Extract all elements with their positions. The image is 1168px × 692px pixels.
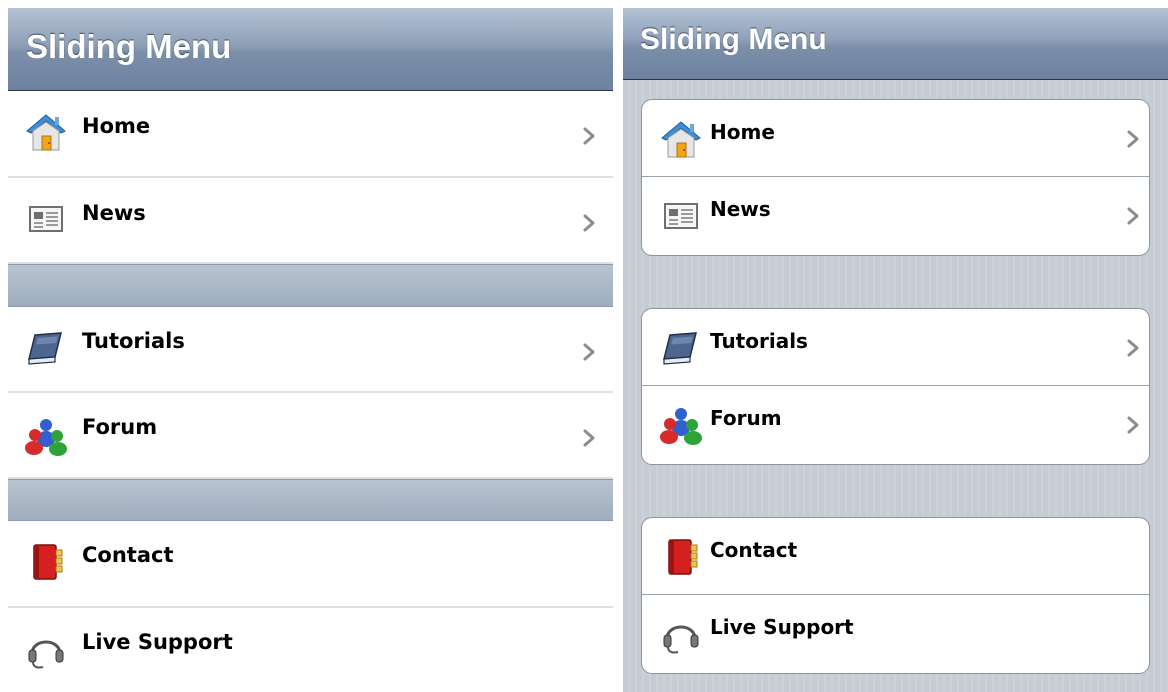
section-divider bbox=[8, 264, 613, 307]
menu-item-forum[interactable]: Forum bbox=[8, 393, 613, 479]
menu-item-live-support[interactable]: Live Support bbox=[642, 595, 1149, 672]
page-title: Sliding Menu bbox=[26, 28, 232, 65]
home-icon bbox=[660, 118, 702, 160]
home-icon bbox=[25, 111, 67, 153]
contact-book-icon bbox=[25, 541, 67, 583]
menu-group: Home News bbox=[641, 99, 1150, 256]
menu-item-home[interactable]: Home bbox=[8, 91, 613, 178]
chevron-right-icon bbox=[1126, 207, 1140, 225]
news-icon bbox=[660, 195, 702, 237]
menu-item-label: Tutorials bbox=[710, 329, 808, 353]
menu-item-news[interactable]: News bbox=[642, 177, 1149, 254]
menu-item-label: News bbox=[710, 197, 771, 221]
grouped-list-screen: Sliding Menu Home News Tutorials Forum C… bbox=[623, 8, 1168, 692]
plain-list-screen: Sliding Menu Home News Tutorials Forum C… bbox=[8, 8, 613, 692]
menu-item-contact[interactable]: Contact bbox=[642, 518, 1149, 595]
menu-item-label: Forum bbox=[82, 415, 158, 439]
menu-item-label: Live Support bbox=[82, 630, 233, 654]
chevron-right-icon bbox=[582, 429, 596, 447]
section-divider bbox=[8, 479, 613, 521]
menu-item-home[interactable]: Home bbox=[642, 100, 1149, 177]
menu-group: Contact Live Support bbox=[641, 517, 1150, 674]
chevron-right-icon bbox=[582, 343, 596, 361]
headset-icon bbox=[660, 613, 702, 655]
menu-item-label: Live Support bbox=[710, 615, 854, 639]
menu-item-label: Forum bbox=[710, 406, 782, 430]
menu-group: Tutorials Forum bbox=[641, 308, 1150, 465]
headset-icon bbox=[25, 628, 67, 670]
menu-item-tutorials[interactable]: Tutorials bbox=[8, 307, 613, 393]
contact-book-icon bbox=[660, 536, 702, 578]
chevron-right-icon bbox=[1126, 416, 1140, 434]
menu-item-label: Tutorials bbox=[82, 329, 185, 353]
menu-item-forum[interactable]: Forum bbox=[642, 386, 1149, 463]
menu-item-label: Contact bbox=[82, 543, 174, 567]
page-title: Sliding Menu bbox=[640, 23, 827, 56]
chevron-right-icon bbox=[582, 214, 596, 232]
menu-item-label: News bbox=[82, 201, 146, 225]
menu-item-label: Home bbox=[82, 114, 151, 138]
chevron-right-icon bbox=[1126, 339, 1140, 357]
forum-icon bbox=[660, 404, 702, 446]
title-bar: Sliding Menu bbox=[8, 8, 613, 91]
book-icon bbox=[25, 327, 67, 369]
menu-item-news[interactable]: News bbox=[8, 178, 613, 264]
chevron-right-icon bbox=[582, 127, 596, 145]
news-icon bbox=[25, 198, 67, 240]
menu-item-live-support[interactable]: Live Support bbox=[8, 608, 613, 692]
menu-item-label: Contact bbox=[710, 538, 798, 562]
chevron-right-icon bbox=[1126, 130, 1140, 148]
forum-icon bbox=[25, 415, 67, 457]
menu-item-contact[interactable]: Contact bbox=[8, 521, 613, 608]
menu-item-label: Home bbox=[710, 120, 775, 144]
book-icon bbox=[660, 327, 702, 369]
title-bar: Sliding Menu bbox=[623, 8, 1168, 80]
menu-item-tutorials[interactable]: Tutorials bbox=[642, 309, 1149, 386]
